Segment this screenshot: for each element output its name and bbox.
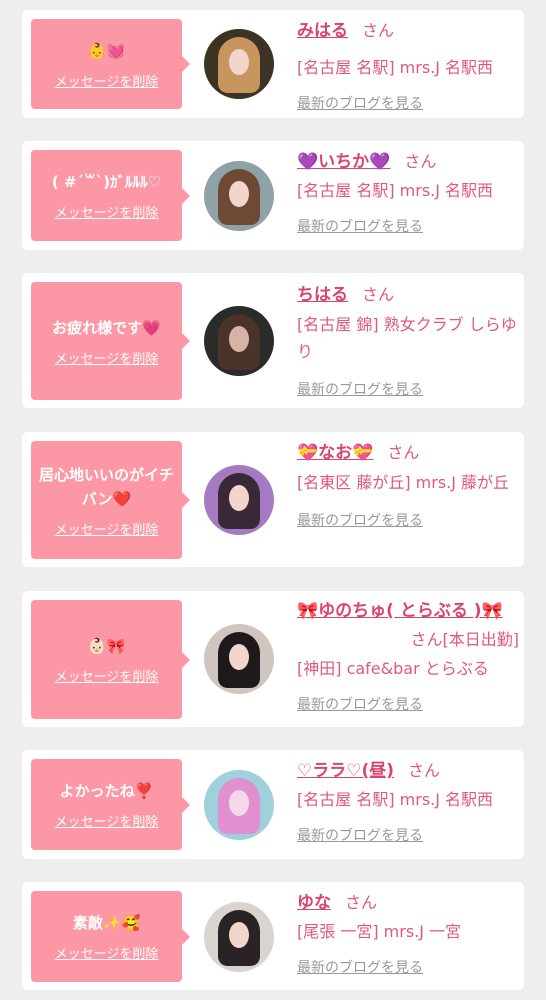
message-text: お疲れ様です💗 xyxy=(52,318,161,337)
message-text: 👶🏻🎀 xyxy=(87,637,126,655)
message-card: 居心地いいのがイチバン❤️ メッセージを削除 💝なお💝 さん [名東区 藤が丘] … xyxy=(22,432,524,567)
profile-info: みはる さん [名古屋 名駅] mrs.J 名駅西 最新のブログを見る xyxy=(297,18,519,113)
message-bubble: 素敵✨🥰 メッセージを削除 xyxy=(31,891,190,982)
profile-info: ♡ララ♡(昼) さん [名古屋 名駅] mrs.J 名駅西 最新のブログを見る xyxy=(297,758,519,845)
delete-message-link[interactable]: メッセージを削除 xyxy=(55,519,159,538)
delete-message-link[interactable]: メッセージを削除 xyxy=(55,71,159,90)
message-text: 居心地いいのがイチバン❤️ xyxy=(39,465,175,508)
profile-info: 💜いちか💜 さん [名古屋 名駅] mrs.J 名駅西 最新のブログを見る xyxy=(297,149,519,236)
latest-blog-link[interactable]: 最新のブログを見る xyxy=(297,510,519,530)
latest-blog-link[interactable]: 最新のブログを見る xyxy=(297,379,519,399)
message-card: お疲れ様です💗 メッセージを削除 ちはる さん [名古屋 錦] 熟女クラブ しらゆ… xyxy=(22,273,524,408)
message-bubble: 居心地いいのがイチバン❤️ メッセージを削除 xyxy=(31,441,190,559)
shop-info: [名古屋 名駅] mrs.J 名駅西 xyxy=(297,790,494,809)
message-text: よかったね❣️ xyxy=(59,782,154,800)
profile-name-link[interactable]: みはる xyxy=(297,21,348,41)
latest-blog-link[interactable]: 最新のブログを見る xyxy=(297,825,519,845)
profile-info: ゆな さん [尾張 一宮] mrs.J 一宮 最新のブログを見る xyxy=(297,890,519,977)
delete-message-link[interactable]: メッセージを削除 xyxy=(55,811,159,830)
message-card: 素敵✨🥰 メッセージを削除 ゆな さん [尾張 一宮] mrs.J 一宮 最新のブ… xyxy=(22,882,524,990)
message-card: ( #´꒳`)ｶﾞﾙﾙﾙ♡ メッセージを削除 💜いちか💜 さん [名古屋 名駅] … xyxy=(22,141,524,250)
message-card: 👶🏻🎀 メッセージを削除 🎀ゆのちゅ( とらぶる )🎀 さん[本日出勤] [神田… xyxy=(22,591,524,727)
latest-blog-link[interactable]: 最新のブログを見る xyxy=(297,957,519,977)
profile-info: ちはる さん [名古屋 錦] 熟女クラブ しらゆり 最新のブログを見る xyxy=(297,282,519,399)
message-bubble: お疲れ様です💗 メッセージを削除 xyxy=(31,282,190,400)
message-text: 素敵✨🥰 xyxy=(72,914,141,932)
delete-message-link[interactable]: メッセージを削除 xyxy=(55,943,159,962)
shop-info: [尾張 一宮] mrs.J 一宮 xyxy=(297,922,462,941)
profile-info: 🎀ゆのちゅ( とらぶる )🎀 さん[本日出勤] [神田] cafe&bar とら… xyxy=(297,598,519,714)
profile-name-link[interactable]: 🎀ゆのちゅ( とらぶる )🎀 xyxy=(297,601,503,621)
honorific: さん xyxy=(404,152,437,171)
delete-message-link[interactable]: メッセージを削除 xyxy=(55,348,159,367)
honorific: さん[本日出勤] xyxy=(410,630,520,649)
shop-info: [神田] cafe&bar とらぶる xyxy=(297,659,489,678)
avatar[interactable] xyxy=(204,624,274,694)
honorific: さん xyxy=(387,443,420,462)
avatar[interactable] xyxy=(204,465,274,535)
shop-info: [名東区 藤が丘] mrs.J 藤が丘 xyxy=(297,473,510,492)
profile-name-link[interactable]: 💝なお💝 xyxy=(297,443,373,463)
profile-name-link[interactable]: ゆな xyxy=(297,893,331,913)
profile-name-link[interactable]: ♡ララ♡(昼) xyxy=(297,761,394,781)
avatar[interactable] xyxy=(204,902,274,972)
shop-info: [名古屋 名駅] mrs.J 名駅西 xyxy=(297,58,494,77)
honorific: さん xyxy=(362,285,395,304)
message-card: よかったね❣️ メッセージを削除 ♡ララ♡(昼) さん [名古屋 名駅] mrs.… xyxy=(22,750,524,859)
message-bubble: 👶💓 メッセージを削除 xyxy=(31,19,190,109)
message-bubble: よかったね❣️ メッセージを削除 xyxy=(31,759,190,850)
profile-info: 💝なお💝 さん [名東区 藤が丘] mrs.J 藤が丘 最新のブログを見る xyxy=(297,440,519,530)
avatar[interactable] xyxy=(204,161,274,231)
shop-info: [名古屋 名駅] mrs.J 名駅西 xyxy=(297,181,494,200)
latest-blog-link[interactable]: 最新のブログを見る xyxy=(297,93,519,113)
delete-message-link[interactable]: メッセージを削除 xyxy=(55,666,159,685)
avatar[interactable] xyxy=(204,770,274,840)
honorific: さん xyxy=(408,761,441,780)
profile-name-link[interactable]: ちはる xyxy=(297,285,348,305)
message-bubble: 👶🏻🎀 メッセージを削除 xyxy=(31,600,190,719)
shop-info: [名古屋 錦] 熟女クラブ しらゆり xyxy=(297,315,517,361)
honorific: さん xyxy=(345,893,378,912)
delete-message-link[interactable]: メッセージを削除 xyxy=(55,202,159,221)
profile-name-link[interactable]: 💜いちか💜 xyxy=(297,152,390,172)
latest-blog-link[interactable]: 最新のブログを見る xyxy=(297,694,519,714)
message-text: ( #´꒳`)ｶﾞﾙﾙﾙ♡ xyxy=(51,173,162,191)
honorific: さん xyxy=(362,21,395,40)
avatar[interactable] xyxy=(204,306,274,376)
message-text: 👶💓 xyxy=(87,41,126,60)
latest-blog-link[interactable]: 最新のブログを見る xyxy=(297,216,519,236)
message-bubble: ( #´꒳`)ｶﾞﾙﾙﾙ♡ メッセージを削除 xyxy=(31,150,190,241)
avatar[interactable] xyxy=(204,29,274,99)
message-card: 👶💓 メッセージを削除 みはる さん [名古屋 名駅] mrs.J 名駅西 最新の… xyxy=(22,10,524,118)
